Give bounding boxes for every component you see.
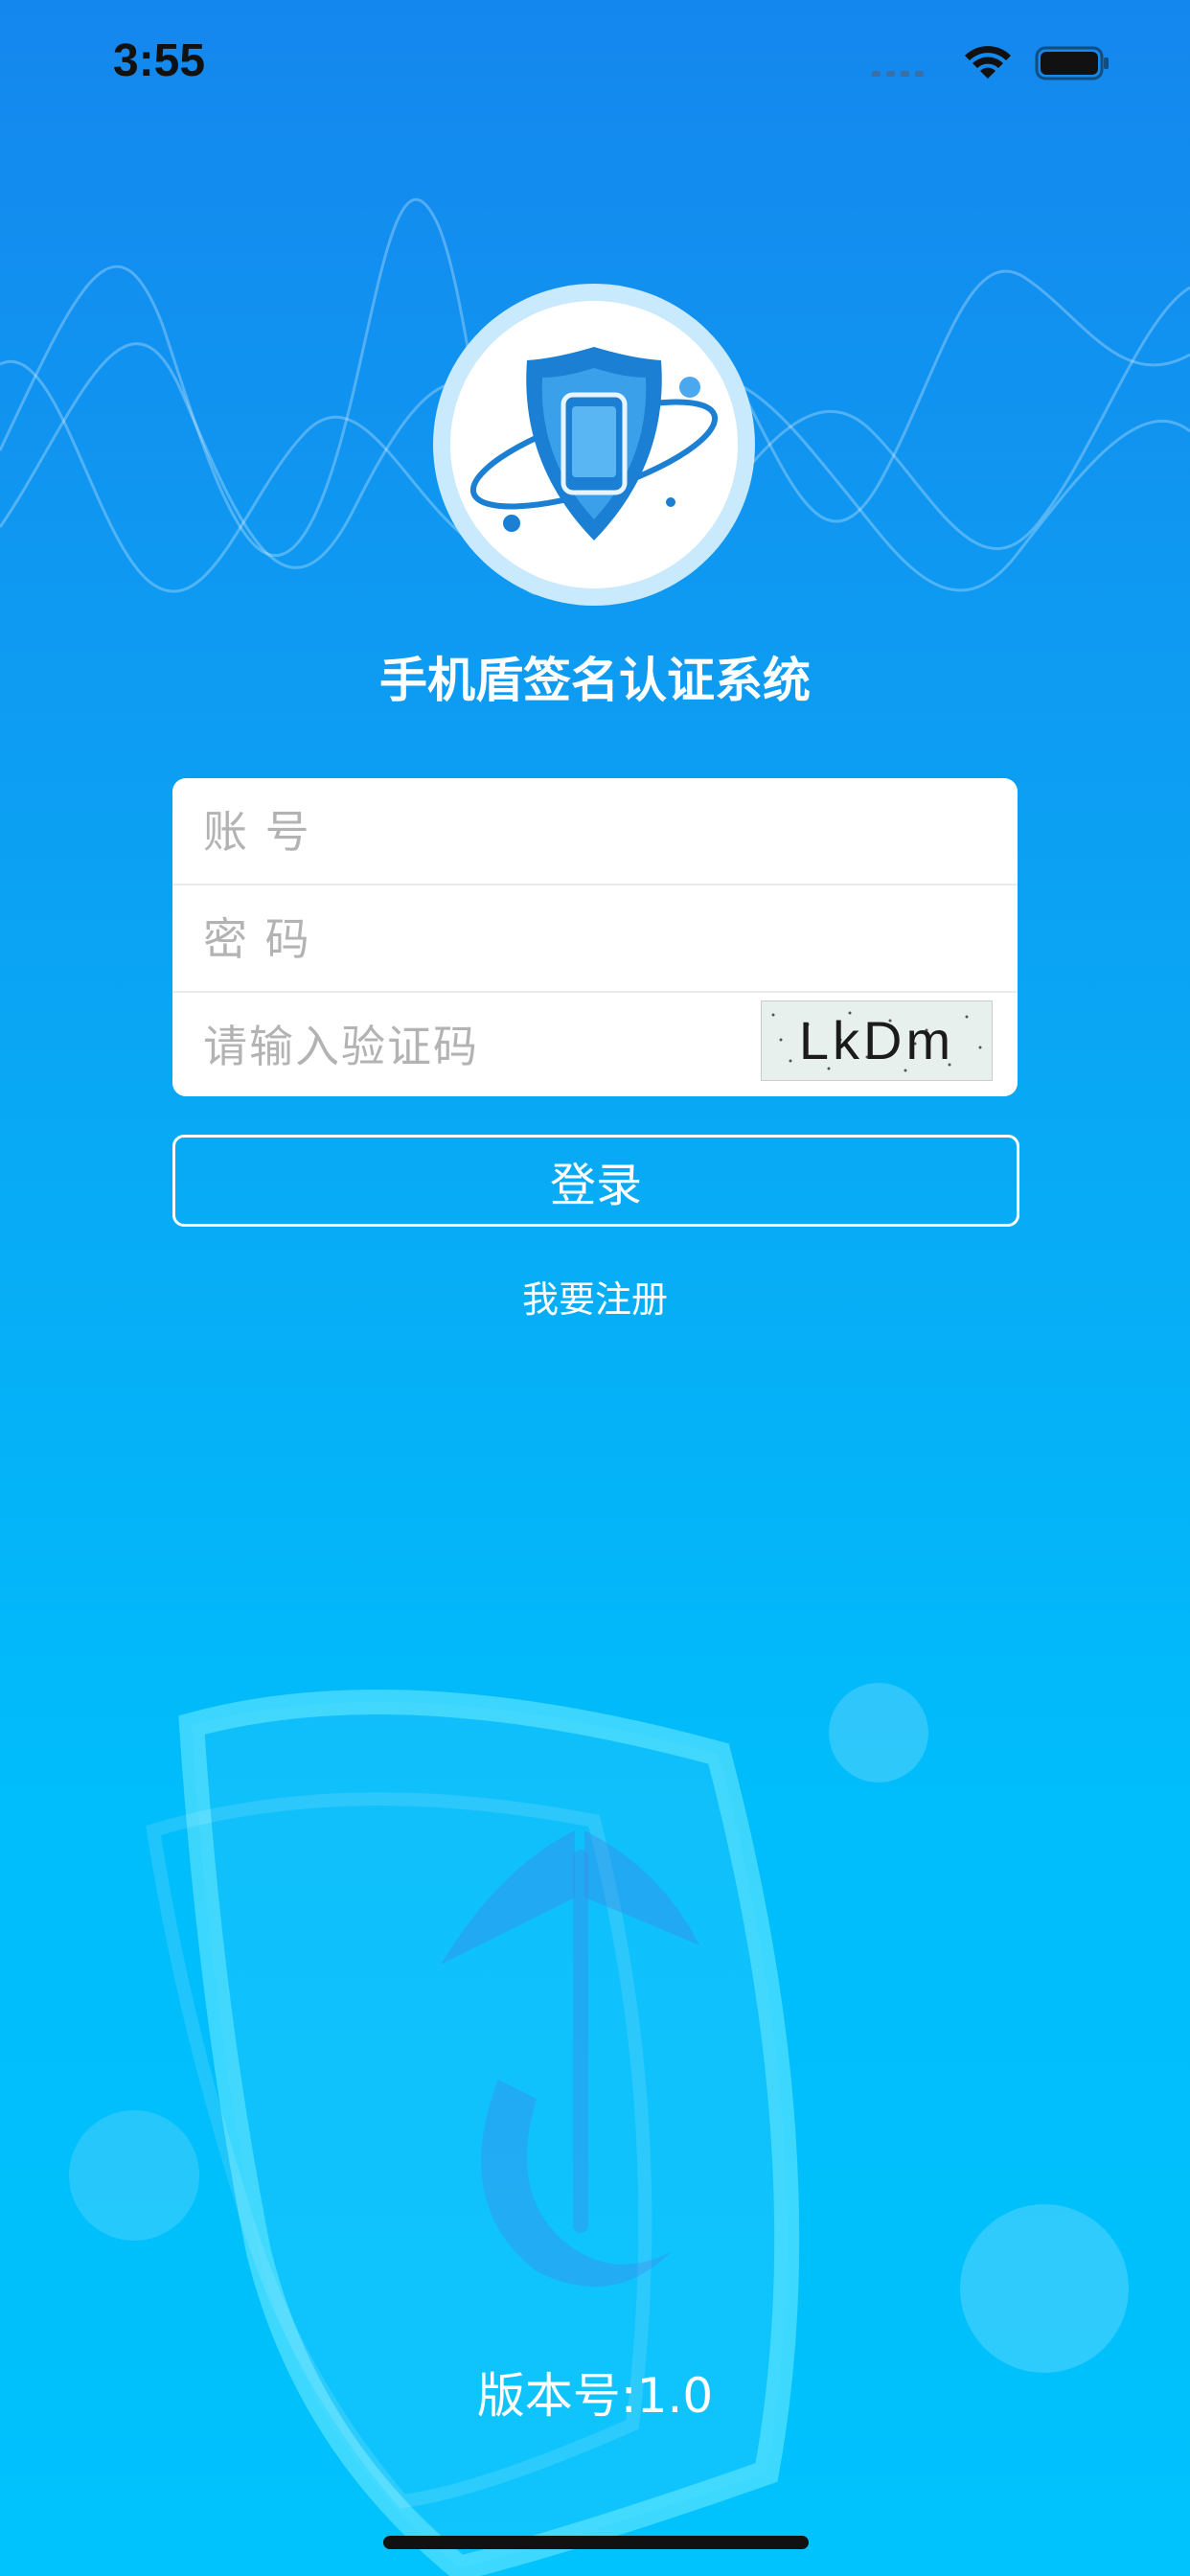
- app-logo: [433, 284, 755, 606]
- app-title: 手机盾签名认证系统: [379, 653, 811, 708]
- app-logo-inner: [450, 301, 738, 588]
- password-field: [172, 886, 1018, 993]
- background-shield-watermark: [69, 1683, 1129, 2576]
- login-button-label: 登录: [549, 1159, 642, 1212]
- status-bar: 3:55: [0, 0, 1190, 126]
- register-link[interactable]: 我要注册: [0, 1270, 1190, 1322]
- account-field: [172, 778, 1018, 886]
- status-time: 3:55: [113, 35, 206, 86]
- status-icons: [872, 42, 1131, 84]
- battery-icon: [1035, 46, 1109, 80]
- version-label: 版本号:1.0: [476, 2368, 714, 2424]
- shield-phone-icon: [469, 347, 719, 540]
- password-input[interactable]: [201, 886, 818, 993]
- wifi-icon: [965, 46, 1011, 79]
- signal-icon: [872, 71, 924, 77]
- register-link-label: 我要注册: [521, 1278, 668, 1321]
- captcha-input[interactable]: [201, 993, 742, 1096]
- captcha-image[interactable]: LkDm: [761, 1000, 993, 1081]
- login-form-card: LkDm: [172, 778, 1018, 1096]
- account-input[interactable]: [201, 778, 818, 886]
- home-indicator[interactable]: [383, 2536, 809, 2549]
- captcha-text: LkDm: [798, 1010, 955, 1070]
- login-button[interactable]: 登录: [172, 1135, 1019, 1227]
